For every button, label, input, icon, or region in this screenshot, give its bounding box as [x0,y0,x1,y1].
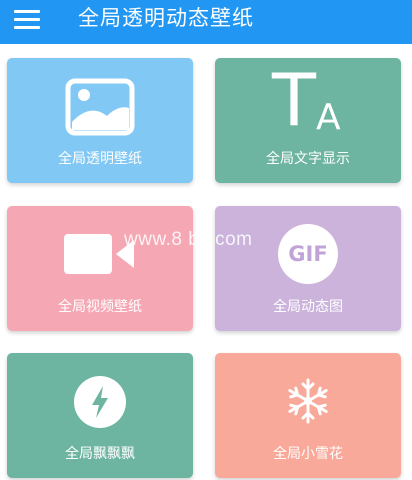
card-animated-gif[interactable]: GIF 全局动态图 [215,206,401,331]
card-label: 全局小雪花 [273,446,343,462]
hamburger-menu-icon[interactable] [14,9,40,31]
card-label: 全局文字显示 [266,151,350,167]
card-label: 全局透明壁纸 [58,151,142,167]
card-video-wallpaper[interactable]: 全局视频壁纸 [7,206,193,331]
card-label: 全局动态图 [273,299,343,315]
image-icon [65,78,135,136]
text-icon-small-a: A [316,97,341,138]
gif-icon: GIF [278,224,338,284]
app-title: 全局透明动态壁纸 [78,6,254,30]
text-icon: T A [268,60,348,144]
text-icon-big-t: T [272,58,316,142]
gif-icon-text: GIF [288,242,328,266]
card-label: 全局飘飘飘 [65,446,135,462]
video-camera-icon [64,234,134,274]
card-floating[interactable]: 全局飘飘飘 [7,353,193,478]
snowflake-icon [288,378,328,424]
card-transparent-wallpaper[interactable]: 全局透明壁纸 [7,58,193,183]
lightning-icon [74,376,126,428]
card-label: 全局视频壁纸 [58,299,142,315]
app-bar: 全局透明动态壁纸 [0,0,412,44]
card-snowflake[interactable]: 全局小雪花 [215,353,401,478]
card-text-display[interactable]: T A 全局文字显示 [215,58,401,183]
